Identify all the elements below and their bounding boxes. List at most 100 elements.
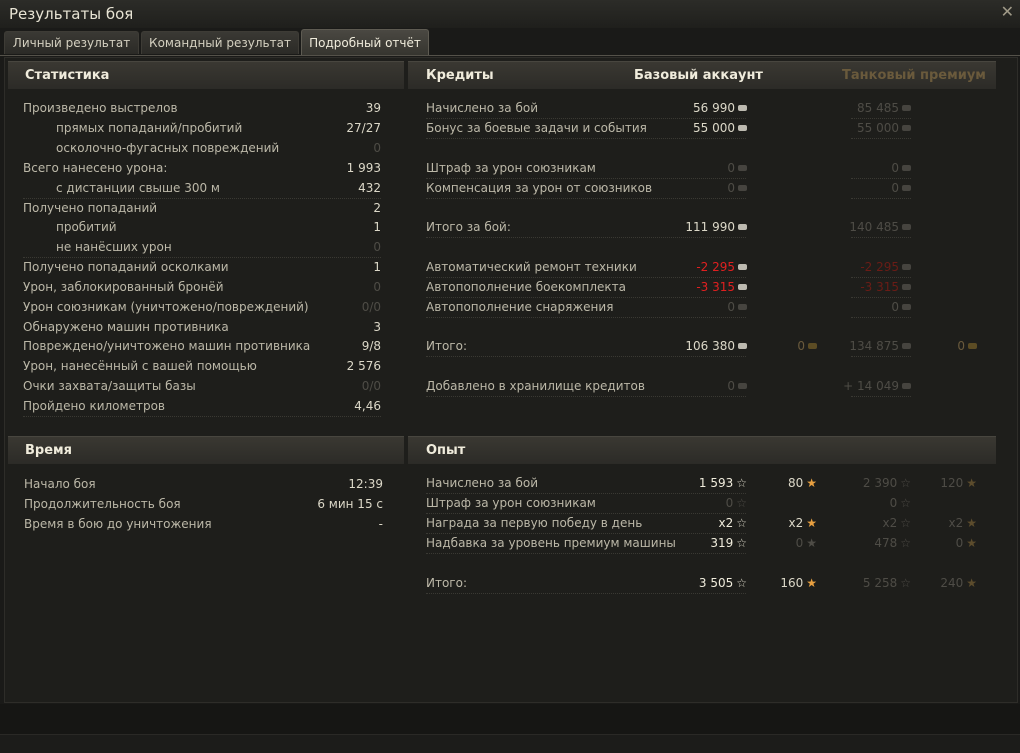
experience-row-label: Штраф за урон союзникам: [426, 496, 596, 510]
credits-base-number: 56 990: [693, 101, 735, 115]
credits-separator: [426, 198, 746, 199]
credits-col-base: Базовый аккаунт: [634, 68, 763, 83]
report-content: Статистика Произведено выстрелов 39 прямых…: [4, 57, 1018, 703]
credits-base-value: 0: [631, 159, 747, 177]
free-xp-star-icon: ★: [966, 476, 977, 490]
credits-separator: [426, 396, 746, 397]
credit-icon: [738, 165, 747, 171]
credit-icon: [902, 125, 911, 131]
credits-header-label: Кредиты: [426, 68, 494, 83]
credits-premium-separator: [851, 138, 911, 139]
credits-base-value: -3 315: [631, 278, 747, 296]
credits-premium-value: 140 485: [785, 218, 911, 236]
credits-base-number: 0: [727, 161, 735, 175]
credits-premium-number: 134 875: [849, 339, 899, 353]
credits-premium-number: -3 315: [860, 280, 899, 294]
xp-star-icon: ☆: [736, 496, 747, 510]
experience-base-free-value-number: 0: [795, 536, 804, 550]
credits-premium-number: 0: [891, 181, 899, 195]
experience-row-label: Итого:: [426, 576, 467, 590]
experience-separator: [426, 553, 746, 554]
experience-row: Надбавка за уровень премиум машины 319 ☆ 0 ★…: [5, 534, 1005, 552]
experience-premium-value-number: x2: [882, 516, 898, 530]
credits-row-label: Итого:: [426, 339, 467, 353]
credits-row-label: Добавлено в хранилище кредитов: [426, 379, 645, 393]
credits-row: Итого: 106 380 134 875 0 0: [5, 337, 1005, 355]
credits-base-gold-number: 0: [797, 339, 805, 353]
credits-base-number: 0: [727, 379, 735, 393]
time-header: Время: [8, 436, 404, 464]
experience-base-free-value-number: x2: [788, 516, 804, 530]
free-xp-star-icon: ★: [966, 576, 977, 590]
credits-base-value: 0: [631, 298, 747, 316]
credits-separator: [426, 356, 746, 357]
experience-base-free-value-number: 160: [780, 576, 804, 590]
credit-icon: [738, 185, 747, 191]
credit-icon: [902, 284, 911, 290]
credits-premium-number: 55 000: [857, 121, 899, 135]
stats-row: осколочно-фугасных повреждений 0: [5, 139, 405, 157]
credits-premium-value: -3 315: [785, 278, 911, 296]
xp-star-icon: ☆: [900, 476, 911, 490]
stats-header: Статистика: [8, 61, 404, 89]
experience-row: Итого: 3 505 ☆ 160 ★ 5 258 ☆ 240 ★: [5, 574, 1005, 592]
credit-icon: [902, 105, 911, 111]
stats-row-value: 3: [373, 320, 381, 334]
experience-base-value-number: 3 505: [698, 576, 734, 590]
credits-row: Бонус за боевые задачи и события 55 000 55…: [5, 119, 1005, 137]
credits-base-value: -2 295: [631, 258, 747, 276]
credit-icon: [738, 284, 747, 290]
experience-base-value: 1 593 ☆: [631, 474, 747, 492]
credit-icon: [902, 185, 911, 191]
tab-bar: Личный результат Командный результат Под…: [0, 28, 1020, 56]
credits-separator: [426, 317, 746, 318]
experience-header-label: Опыт: [426, 443, 466, 458]
stats-row-value: 0: [373, 240, 381, 254]
credits-premium-gold: 0: [925, 337, 977, 355]
credits-premium-number: 0: [891, 300, 899, 314]
credit-icon: [738, 105, 747, 111]
credit-icon: [902, 224, 911, 230]
credit-icon: [738, 224, 747, 230]
experience-premium-free-value: 120 ★: [915, 474, 977, 492]
experience-base-value: 3 505 ☆: [631, 574, 747, 592]
tab-team-result[interactable]: Командный результат: [141, 31, 299, 54]
xp-star-icon: ☆: [900, 516, 911, 530]
tab-detailed-report[interactable]: Подробный отчёт: [301, 29, 429, 55]
window-title: Результаты боя: [9, 5, 134, 23]
title-bar[interactable]: Результаты боя ✕: [0, 0, 1020, 28]
experience-premium-value: 0 ☆: [805, 494, 911, 512]
experience-separator: [426, 593, 746, 594]
credit-icon: [902, 383, 911, 389]
experience-premium-value: 478 ☆: [805, 534, 911, 552]
credits-separator: [426, 237, 746, 238]
stats-row-label: Урон, нанесённый с вашей помощью: [23, 359, 257, 373]
experience-premium-free-value: 240 ★: [915, 574, 977, 592]
credits-row-label: Бонус за боевые задачи и события: [426, 121, 647, 135]
credits-row-label: Автопополнение снаряжения: [426, 300, 614, 314]
experience-premium-free-value-number: 0: [955, 536, 964, 550]
credits-premium-gold-number: 0: [957, 339, 965, 353]
experience-premium-value-number: 5 258: [862, 576, 898, 590]
credits-base-gold: 0: [765, 337, 817, 355]
credits-row: Автопополнение снаряжения 0 0: [5, 298, 1005, 316]
stats-row: Обнаружено машин противника 3: [5, 318, 405, 336]
experience-premium-free-value-number: x2: [948, 516, 964, 530]
credits-col-premium: Танковый премиум: [842, 68, 986, 83]
credits-row-label: Начислено за бой: [426, 101, 539, 115]
credits-row-label: Автопополнение боекомплекта: [426, 280, 626, 294]
xp-star-icon: ☆: [900, 496, 911, 510]
credits-premium-value: 85 485: [785, 99, 911, 117]
stats-row-value: 0: [373, 141, 381, 155]
bottom-strip: [0, 734, 1020, 753]
experience-premium-value: 2 390 ☆: [805, 474, 911, 492]
close-icon[interactable]: ✕: [1001, 3, 1014, 21]
stats-header-label: Статистика: [25, 68, 110, 83]
credits-premium-number: 85 485: [857, 101, 899, 115]
credits-row-label: Штраф за урон союзникам: [426, 161, 596, 175]
stats-row: Получено попаданий 2: [5, 199, 405, 217]
stats-row-label: не нанёсших урон: [56, 240, 172, 254]
experience-premium-free-value: 0 ★: [915, 534, 977, 552]
tab-personal-result[interactable]: Личный результат: [4, 31, 139, 54]
credits-header: Кредиты Базовый аккаунт Танковый премиум: [408, 61, 996, 89]
